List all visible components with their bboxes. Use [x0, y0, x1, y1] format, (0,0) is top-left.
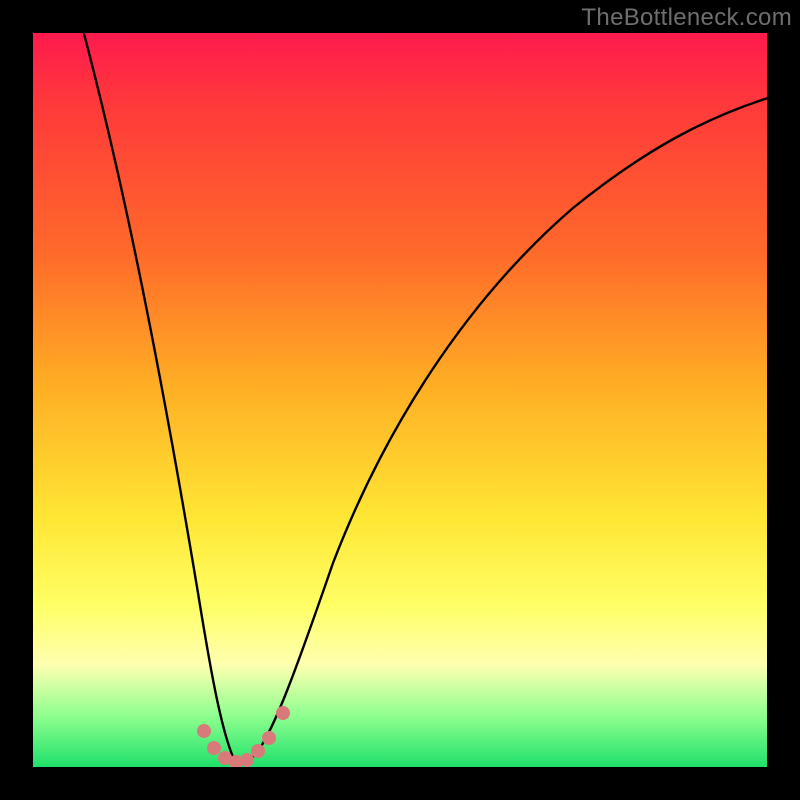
- marker-dot: [197, 724, 211, 738]
- marker-dot: [207, 741, 221, 755]
- marker-dot: [276, 706, 290, 720]
- marker-dot: [240, 753, 254, 767]
- bottleneck-curve: [73, 33, 767, 762]
- chart-frame: TheBottleneck.com: [0, 0, 800, 800]
- attribution-text: TheBottleneck.com: [581, 4, 792, 32]
- bottleneck-curve-svg: [33, 33, 767, 767]
- plot-area: [33, 33, 767, 767]
- marker-dot: [262, 731, 276, 745]
- marker-dot: [251, 744, 265, 758]
